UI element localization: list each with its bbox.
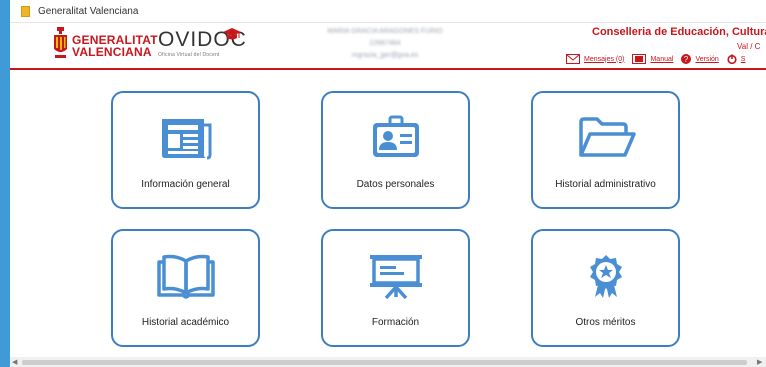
browser-window: Generalitat Valenciana GENERALITAT VALEN… bbox=[10, 0, 766, 367]
envelope-icon bbox=[566, 54, 580, 64]
power-icon bbox=[727, 54, 737, 64]
help-icon: ? bbox=[681, 54, 692, 64]
tile-icon-wrap bbox=[323, 253, 468, 301]
tile-icon-wrap bbox=[533, 253, 678, 301]
tile-label: Historial académico bbox=[141, 317, 230, 328]
version-link[interactable]: ? Versión bbox=[681, 54, 719, 64]
manual-link-label: Manual bbox=[650, 55, 674, 63]
tile-icon-wrap bbox=[533, 115, 678, 163]
open-book-icon bbox=[156, 254, 215, 299]
page-header: GENERALITAT VALENCIANA OVIDOC Oficina Vi… bbox=[10, 23, 766, 68]
newspaper-icon bbox=[161, 119, 211, 160]
conselleria-title: Conselleria de Educación, Cultura y Depo bbox=[592, 26, 766, 38]
tile-icon-wrap bbox=[113, 115, 258, 163]
app-icon bbox=[21, 5, 30, 17]
header-links: Mensajes (0) Manual ? Versión S bbox=[566, 54, 753, 64]
scroll-left-icon[interactable]: ◀ bbox=[12, 358, 17, 366]
title-bar: Generalitat Valenciana bbox=[10, 0, 766, 23]
window-title: Generalitat Valenciana bbox=[38, 5, 139, 17]
generalitat-logo[interactable]: GENERALITAT VALENCIANA bbox=[52, 27, 158, 63]
user-email: mgrazia_ger@gva.es bbox=[351, 52, 419, 59]
tile-label: Información general bbox=[141, 179, 230, 190]
horizontal-scrollbar[interactable]: ◀ ▶ bbox=[10, 357, 766, 367]
tile-icon-wrap bbox=[113, 253, 258, 301]
tile-informacion-general[interactable]: Información general bbox=[111, 91, 260, 209]
version-link-label: Versión bbox=[695, 55, 719, 63]
scroll-right-icon[interactable]: ▶ bbox=[757, 358, 762, 366]
messages-link-label: Mensajes (0) bbox=[584, 55, 625, 63]
tile-datos-personales[interactable]: Datos personales bbox=[321, 91, 470, 209]
header-divider bbox=[10, 68, 766, 70]
ovidoc-logo[interactable]: OVIDOC Oficina Virtual del Docent bbox=[158, 28, 247, 58]
user-id: 22667464 bbox=[369, 40, 401, 47]
generalitat-logo-text: GENERALITAT VALENCIANA bbox=[72, 34, 158, 58]
logout-link-label: S bbox=[740, 55, 746, 63]
tile-label: Formación bbox=[371, 317, 420, 328]
svg-text:?: ? bbox=[684, 55, 689, 64]
book-icon bbox=[632, 54, 647, 64]
tile-label: Otros méritos bbox=[575, 317, 636, 328]
ovidoc-subtitle: Oficina Virtual del Docent bbox=[158, 52, 220, 58]
id-card-icon bbox=[372, 115, 419, 157]
language-switch[interactable]: Val / C bbox=[737, 42, 760, 51]
manual-link[interactable]: Manual bbox=[632, 54, 673, 64]
generalitat-seal-icon bbox=[54, 27, 67, 58]
tile-historial-administrativo[interactable]: Historial administrativo bbox=[531, 91, 680, 209]
tile-label: Historial administrativo bbox=[555, 179, 656, 190]
folder-icon bbox=[578, 117, 636, 157]
tile-formacion[interactable]: Formación bbox=[321, 229, 470, 347]
gv-line-2: VALENCIANA bbox=[72, 45, 152, 59]
tile-icon-wrap bbox=[323, 115, 468, 163]
presentation-board-icon bbox=[369, 255, 422, 299]
tile-otros-meritos[interactable]: Otros méritos bbox=[531, 229, 680, 347]
messages-link[interactable]: Mensajes (0) bbox=[566, 54, 624, 64]
logout-link[interactable]: S bbox=[727, 54, 746, 64]
award-rosette-icon bbox=[589, 255, 622, 298]
tile-label: Datos personales bbox=[356, 179, 435, 190]
user-name: MARIA GRACIA ARAGONES FURIO bbox=[327, 28, 443, 35]
user-info: MARIA GRACIA ARAGONES FURIO 22667464 mgr… bbox=[300, 26, 470, 62]
scrollbar-thumb[interactable] bbox=[22, 360, 747, 365]
tile-historial-academico[interactable]: Historial académico bbox=[111, 229, 260, 347]
graduation-cap-icon bbox=[223, 28, 241, 40]
